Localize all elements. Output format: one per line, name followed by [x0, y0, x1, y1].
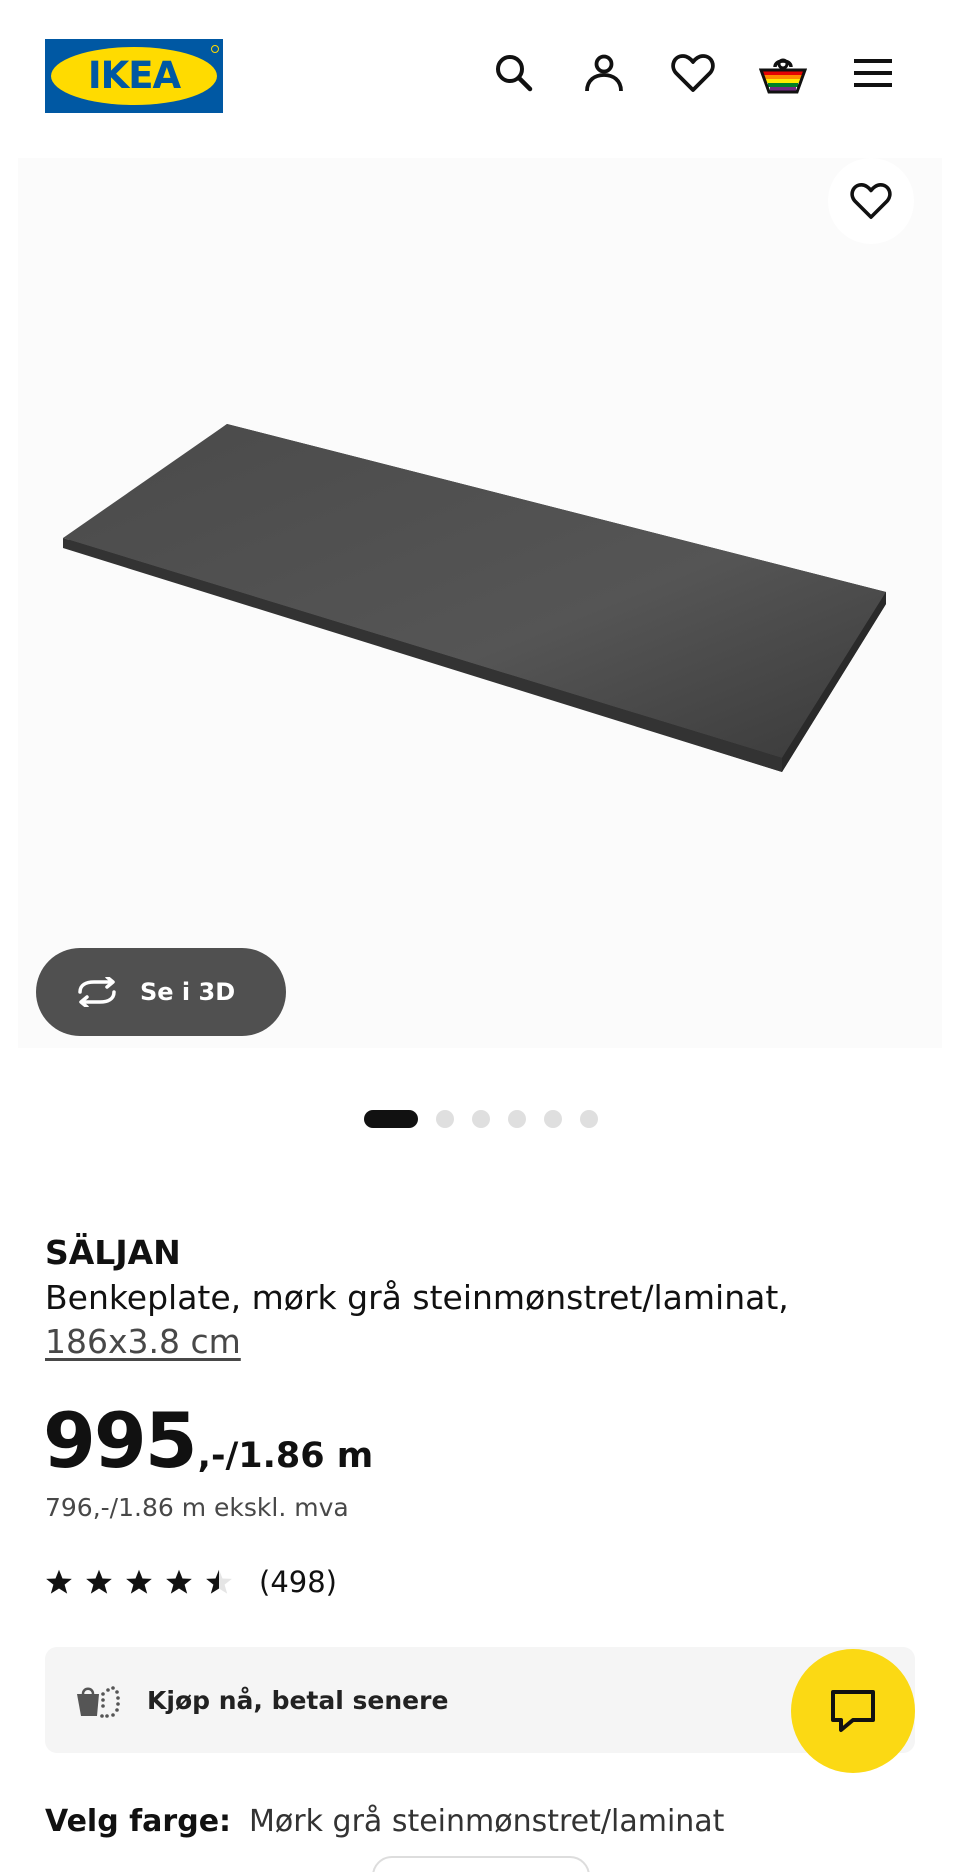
product-rating[interactable]: (498) — [45, 1565, 337, 1599]
search-icon[interactable] — [489, 48, 539, 98]
see-in-3d-button[interactable]: Se i 3D — [36, 948, 286, 1036]
chat-button[interactable] — [791, 1649, 915, 1773]
bnpl-label: Kjøp nå, betal senere — [147, 1685, 449, 1715]
color-selector: Velg farge: Mørk grå steinmønstret/lamin… — [45, 1804, 724, 1839]
price-main: 995 — [43, 1396, 198, 1485]
top-header: IKEA — [0, 0, 960, 150]
see-in-3d-label: Se i 3D — [140, 978, 236, 1006]
pagination-dot[interactable] — [508, 1110, 526, 1128]
product-name: SÄLJAN — [45, 1233, 181, 1272]
review-count: (498) — [259, 1565, 337, 1599]
menu-icon[interactable] — [848, 48, 898, 98]
star-full-icon — [126, 1569, 152, 1594]
product-info: SÄLJAN Benkeplate, mørk grå steinmønstre… — [45, 1230, 915, 1364]
shopping-bag-icon[interactable] — [758, 48, 808, 98]
product-size-link[interactable]: 186x3.8 cm — [45, 1320, 241, 1364]
chat-bubble-icon — [831, 1690, 875, 1732]
star-full-icon — [166, 1569, 192, 1594]
gallery-pagination — [364, 1110, 616, 1128]
color-value: Mørk grå steinmønstret/laminat — [249, 1804, 725, 1839]
star-full-icon — [86, 1569, 112, 1594]
star-half-icon — [206, 1569, 232, 1594]
rotate-3d-icon — [78, 977, 116, 1007]
product-price: 995 ,-/1.86 m — [43, 1396, 373, 1485]
heart-icon[interactable] — [668, 48, 718, 98]
save-favourite-button[interactable] — [828, 158, 914, 244]
color-label: Velg farge: — [45, 1804, 232, 1839]
heart-outline-icon — [850, 183, 892, 219]
profile-icon[interactable] — [579, 48, 629, 98]
star-full-icon — [46, 1569, 72, 1594]
pagination-dot[interactable] — [472, 1110, 490, 1128]
product-image — [63, 424, 886, 772]
price-suffix: ,-/1.86 m — [197, 1436, 374, 1476]
product-description: Benkeplate, mørk grå steinmønstret/lamin… — [45, 1278, 789, 1317]
pagination-dot[interactable] — [580, 1110, 598, 1128]
logo-registered-mark — [211, 45, 219, 53]
color-swatch[interactable] — [372, 1856, 590, 1872]
pagination-dot-active[interactable] — [364, 1110, 418, 1128]
ikea-logo[interactable]: IKEA — [45, 39, 223, 113]
product-image-gallery[interactable] — [18, 158, 942, 1048]
pagination-dot[interactable] — [436, 1110, 454, 1128]
buy-now-pay-later-banner[interactable]: Kjøp nå, betal senere — [45, 1647, 915, 1753]
price-ex-vat: 796,-/1.86 m ekskl. mva — [45, 1493, 349, 1522]
bag-payment-icon — [77, 1686, 120, 1718]
pagination-dot[interactable] — [544, 1110, 562, 1128]
logo-text: IKEA — [87, 54, 181, 97]
